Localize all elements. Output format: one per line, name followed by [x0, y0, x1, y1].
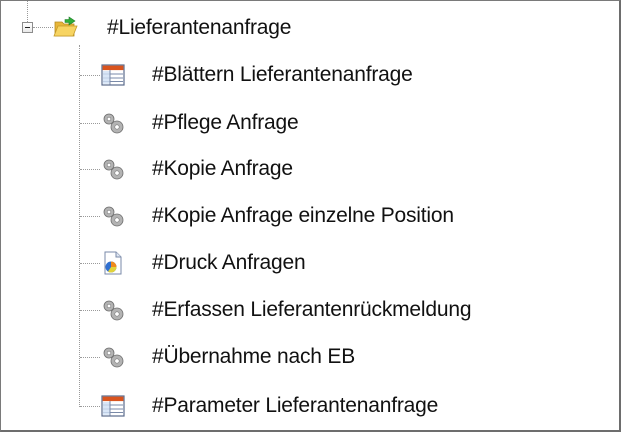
- gears-icon: [103, 159, 124, 180]
- tree-connector: [80, 357, 100, 358]
- tree-connector: [80, 406, 100, 407]
- tree-node-label[interactable]: #Erfassen Lieferantenrückmeldung: [152, 295, 471, 325]
- tree-connector: [80, 75, 100, 76]
- tree-node-label[interactable]: #Pflege Anfrage: [152, 108, 299, 138]
- tree-panel: #Lieferantenanfrage #Blättern Lieferante…: [0, 0, 621, 432]
- tree-connector: [80, 263, 100, 264]
- tree-node-label[interactable]: #Lieferantenanfrage: [107, 13, 291, 43]
- gears-icon: [103, 347, 124, 368]
- gears-icon: [103, 113, 124, 134]
- tree-node-label[interactable]: #Parameter Lieferantenanfrage: [152, 391, 438, 421]
- folder-open-icon: [53, 16, 78, 37]
- tree-node[interactable]: #Kopie Anfrage: [100, 154, 293, 184]
- tree-node[interactable]: #Pflege Anfrage: [100, 108, 299, 138]
- tree-node-root[interactable]: #Lieferantenanfrage: [53, 13, 291, 43]
- tree-connector: [33, 27, 53, 28]
- gears-icon: [103, 206, 124, 227]
- tree-node-label[interactable]: #Druck Anfragen: [152, 248, 306, 278]
- collapse-toggle[interactable]: [22, 22, 33, 33]
- tree-node[interactable]: #Übernahme nach EB: [100, 342, 355, 372]
- tree-connector: [27, 1, 28, 22]
- tree-node[interactable]: #Parameter Lieferantenanfrage: [100, 391, 438, 421]
- tree-connector: [80, 310, 100, 311]
- tree-connector: [80, 123, 100, 124]
- report-icon: [104, 251, 122, 275]
- tree-node-label[interactable]: #Übernahme nach EB: [152, 342, 355, 372]
- tree-connector: [80, 169, 100, 170]
- table-icon: [101, 64, 125, 86]
- tree-node[interactable]: #Kopie Anfrage einzelne Position: [100, 201, 454, 231]
- tree-node-label[interactable]: #Kopie Anfrage: [152, 154, 293, 184]
- table-icon: [101, 395, 125, 417]
- tree-node-label[interactable]: #Kopie Anfrage einzelne Position: [152, 201, 454, 231]
- tree-connector: [80, 216, 100, 217]
- tree-node[interactable]: #Druck Anfragen: [100, 248, 306, 278]
- tree-connector: [79, 45, 80, 407]
- tree-node[interactable]: #Erfassen Lieferantenrückmeldung: [100, 295, 471, 325]
- tree-node-label[interactable]: #Blättern Lieferantenanfrage: [152, 60, 413, 90]
- tree-node[interactable]: #Blättern Lieferantenanfrage: [100, 60, 413, 90]
- gears-icon: [103, 300, 124, 321]
